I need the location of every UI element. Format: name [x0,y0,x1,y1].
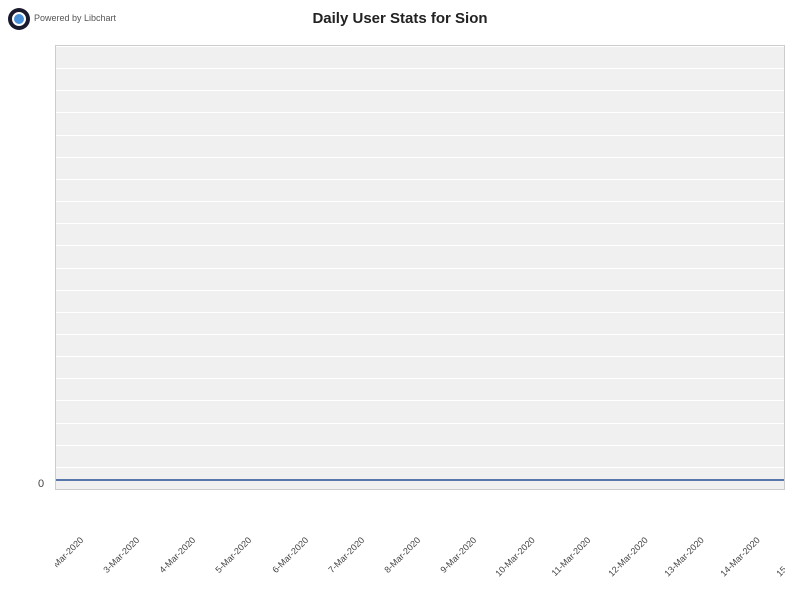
x-axis: 2-Mar-2020 3-Mar-2020 4-Mar-2020 5-Mar-2020… [55,490,785,600]
grid-line [56,68,784,69]
x-axis-label: 10-Mar-2020 [494,535,538,579]
x-axis-label: 12-Mar-2020 [606,535,650,579]
grid-line [56,245,784,246]
grid-line [56,445,784,446]
x-axis-label: 13-Mar-2020 [662,535,706,579]
grid-line [56,90,784,91]
chart-plot-area [55,45,785,490]
chart-container: Powered by Libchart Daily User Stats for… [0,0,800,600]
x-axis-label: 14-Mar-2020 [718,535,762,579]
x-axis-label: 15-Mar-2020 [774,535,785,579]
grid-line [56,378,784,379]
grid-line [56,112,784,113]
x-axis-label: 8-Mar-2020 [382,535,422,575]
y-axis-zero-label: 0 [38,478,44,490]
grid-line [56,400,784,401]
grid-line [56,46,784,47]
x-axis-label: 11-Mar-2020 [550,535,593,578]
grid-line [56,290,784,291]
x-axis-label: 9-Mar-2020 [438,535,478,575]
grid-line [56,334,784,335]
x-axis-label: 2-Mar-2020 [55,535,85,575]
x-axis-label: 7-Mar-2020 [326,535,366,575]
x-axis-label: 6-Mar-2020 [270,535,310,575]
data-line [56,479,784,481]
chart-title: Daily User Stats for Sion [0,10,800,27]
grid-line [56,312,784,313]
grid-line [56,268,784,269]
grid-line [56,223,784,224]
grid-line [56,356,784,357]
x-axis-label: 4-Mar-2020 [158,535,198,575]
grid-line [56,201,784,202]
grid-line [56,135,784,136]
grid-line [56,423,784,424]
grid-line [56,179,784,180]
grid-line [56,157,784,158]
grid-line [56,467,784,468]
x-axis-label: 5-Mar-2020 [214,535,254,575]
x-axis-label: 3-Mar-2020 [102,535,142,575]
